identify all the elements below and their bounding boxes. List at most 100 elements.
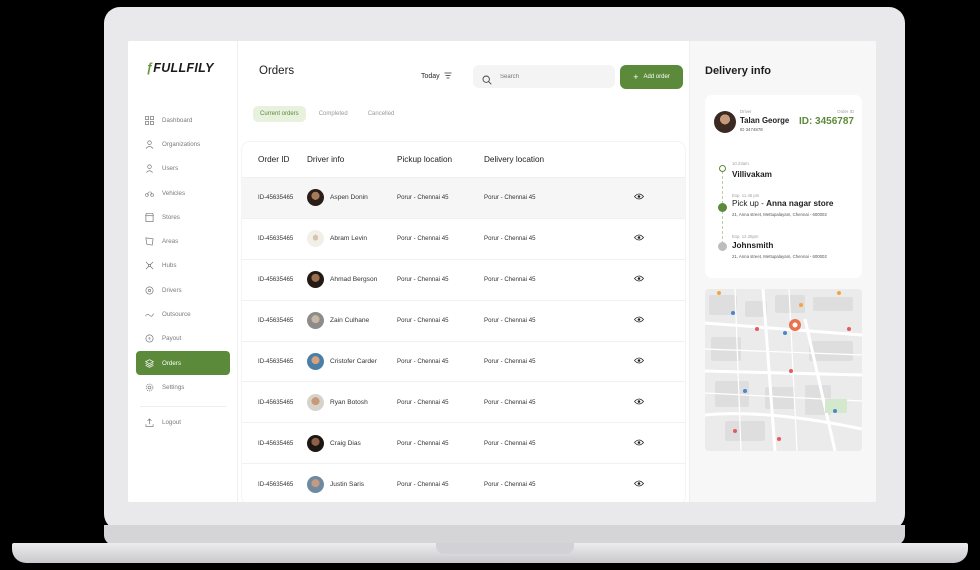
outsource-icon (145, 310, 154, 319)
view-order-button[interactable] (624, 275, 654, 284)
area-icon (145, 237, 154, 246)
timeline-place: Johnsmith (732, 241, 774, 250)
sidebar-item-label: Stores (162, 213, 180, 221)
sidebar-item-organizations[interactable]: Organizations (136, 132, 230, 156)
date-filter-label: Today (421, 73, 440, 80)
column-header-order-id[interactable]: Order ID (242, 155, 307, 164)
delivery-cell: Porur - Chennai 45 (484, 480, 536, 488)
sidebar-item-dashboard[interactable]: Dashboard (136, 108, 230, 132)
svg-text:₹: ₹ (148, 337, 151, 343)
eye-icon (633, 275, 645, 284)
driver-name: Talan George (740, 116, 790, 125)
timeline-address: 21, Anna street, Mettupalayam, Chennai -… (732, 254, 827, 259)
sidebar-item-drivers[interactable]: Drivers (136, 278, 230, 302)
avatar (714, 111, 736, 133)
timeline-time: Exp. 12.25pm (732, 234, 759, 239)
table-row[interactable]: ID-45635465 Craig Dias Porur - Chennai 4… (242, 423, 685, 465)
hub-icon (145, 261, 154, 270)
driver-icon (145, 286, 154, 295)
order-tabs: Current orders Completed Cancelled (253, 106, 401, 122)
table-row[interactable]: ID-45635465 Zain Culhane Porur - Chennai… (242, 301, 685, 342)
sidebar-item-label: Drivers (162, 286, 182, 294)
order-id-label: Order ID (837, 109, 854, 114)
laptop-notch (436, 543, 574, 554)
column-header-delivery[interactable]: Delivery location (484, 155, 624, 164)
table-row[interactable]: ID-45635465 Cristofer Carder Porur - Che… (242, 342, 685, 383)
date-filter[interactable]: Today (421, 72, 452, 81)
tab-current-orders[interactable]: Current orders (253, 106, 306, 122)
delivery-cell: Porur - Chennai 45 (484, 317, 536, 325)
sidebar-item-label: Settings (162, 383, 185, 391)
avatar (307, 230, 324, 248)
delivery-cell: Porur - Chennai 45 (484, 398, 536, 406)
search-input[interactable] (500, 73, 600, 80)
store-icon (718, 203, 727, 212)
sidebar-item-outsource[interactable]: Outsource (136, 302, 230, 326)
sidebar-item-hubs[interactable]: Hubs (136, 254, 230, 278)
table-header: Order ID Driver info Pickup location Del… (242, 142, 685, 178)
sidebar-item-users[interactable]: Users (136, 157, 230, 181)
column-header-driver-info[interactable]: Driver info (307, 155, 397, 164)
pickup-cell: Porur - Chennai 45 (397, 398, 449, 406)
sidebar-item-orders[interactable]: Orders (136, 350, 230, 376)
timeline-place: Villivakam (732, 170, 772, 179)
sidebar-item-areas[interactable]: Areas (136, 229, 230, 253)
order-id: ID: 3456787 (798, 116, 854, 127)
driver-name: Ryan Botosh (330, 398, 368, 406)
view-order-button[interactable] (624, 316, 654, 325)
table-row[interactable]: ID-45635465 Aspen Donin Porur - Chennai … (242, 178, 685, 219)
order-id-cell: ID-45635465 (258, 398, 294, 406)
timeline-time: 10.23am (732, 161, 749, 166)
driver-label: Driver (740, 109, 752, 114)
column-header-pickup[interactable]: Pickup location (397, 155, 484, 164)
driver-name: Zain Culhane (330, 317, 370, 325)
sidebar-item-settings[interactable]: Settings (136, 375, 230, 399)
driver-name: Abram Levin (330, 235, 368, 243)
view-order-button[interactable] (624, 480, 654, 489)
sidebar-item-logout[interactable]: Logout (136, 411, 230, 435)
logout-icon (145, 418, 154, 427)
view-order-button[interactable] (624, 439, 654, 448)
user-icon (145, 164, 154, 174)
table-row[interactable]: ID-45635465 Justin Saris Porur - Chennai… (242, 464, 685, 502)
delivery-map[interactable] (705, 289, 862, 451)
eye-icon (633, 398, 645, 407)
order-id-cell: ID-45635465 (258, 194, 294, 202)
search-box[interactable] (473, 65, 615, 88)
delivery-cell: Porur - Chennai 45 (484, 276, 536, 284)
avatar (307, 312, 324, 330)
sidebar-item-label: Organizations (162, 140, 201, 148)
orders-table: Order ID Driver info Pickup location Del… (242, 142, 685, 502)
filter-icon (444, 72, 452, 81)
order-id-cell: ID-45635465 (258, 317, 294, 325)
timeline-address: 21, Anna street, Mettupalayam, Chennai -… (732, 212, 827, 217)
sidebar-item-payout[interactable]: ₹ Payout (136, 327, 230, 351)
app-screen: ƒFULLFILY Dashboard Organizations Users … (128, 41, 876, 502)
avatar (307, 271, 324, 289)
sidebar-item-vehicles[interactable]: Vehicles (136, 181, 230, 205)
table-row[interactable]: ID-45635465 Ahmad Bergson Porur - Chenna… (242, 260, 685, 301)
sidebar-item-stores[interactable]: Stores (136, 205, 230, 229)
order-id-cell: ID-45635465 (258, 235, 294, 243)
sidebar-item-label: Vehicles (162, 189, 186, 197)
view-order-button[interactable] (624, 193, 654, 202)
table-row[interactable]: ID-45635465 Ryan Botosh Porur - Chennai … (242, 382, 685, 424)
laptop-mockup: ƒFULLFILY Dashboard Organizations Users … (0, 0, 980, 570)
view-order-button[interactable] (624, 234, 654, 243)
page-title: Orders (259, 65, 295, 77)
driver-name: Cristofer Carder (330, 358, 377, 365)
add-order-button[interactable]: + Add order (620, 65, 683, 89)
pickup-cell: Porur - Chennai 45 (397, 358, 449, 365)
table-row[interactable]: ID-45635465 Abram Levin Porur - Chennai … (242, 219, 685, 260)
destination-icon (718, 242, 727, 251)
order-id-cell: ID-45635465 (258, 480, 294, 488)
tab-completed[interactable]: Completed (312, 106, 355, 122)
pickup-cell: Porur - Chennai 45 (397, 276, 449, 284)
eye-icon (633, 316, 645, 325)
delivery-cell: Porur - Chennai 45 (484, 358, 536, 365)
tab-cancelled[interactable]: Cancelled (361, 106, 402, 122)
view-order-button[interactable] (624, 398, 654, 407)
brand-logo[interactable]: ƒFULLFILY (146, 61, 214, 75)
view-order-button[interactable] (624, 357, 654, 366)
delivery-info-title: Delivery info (705, 65, 772, 77)
